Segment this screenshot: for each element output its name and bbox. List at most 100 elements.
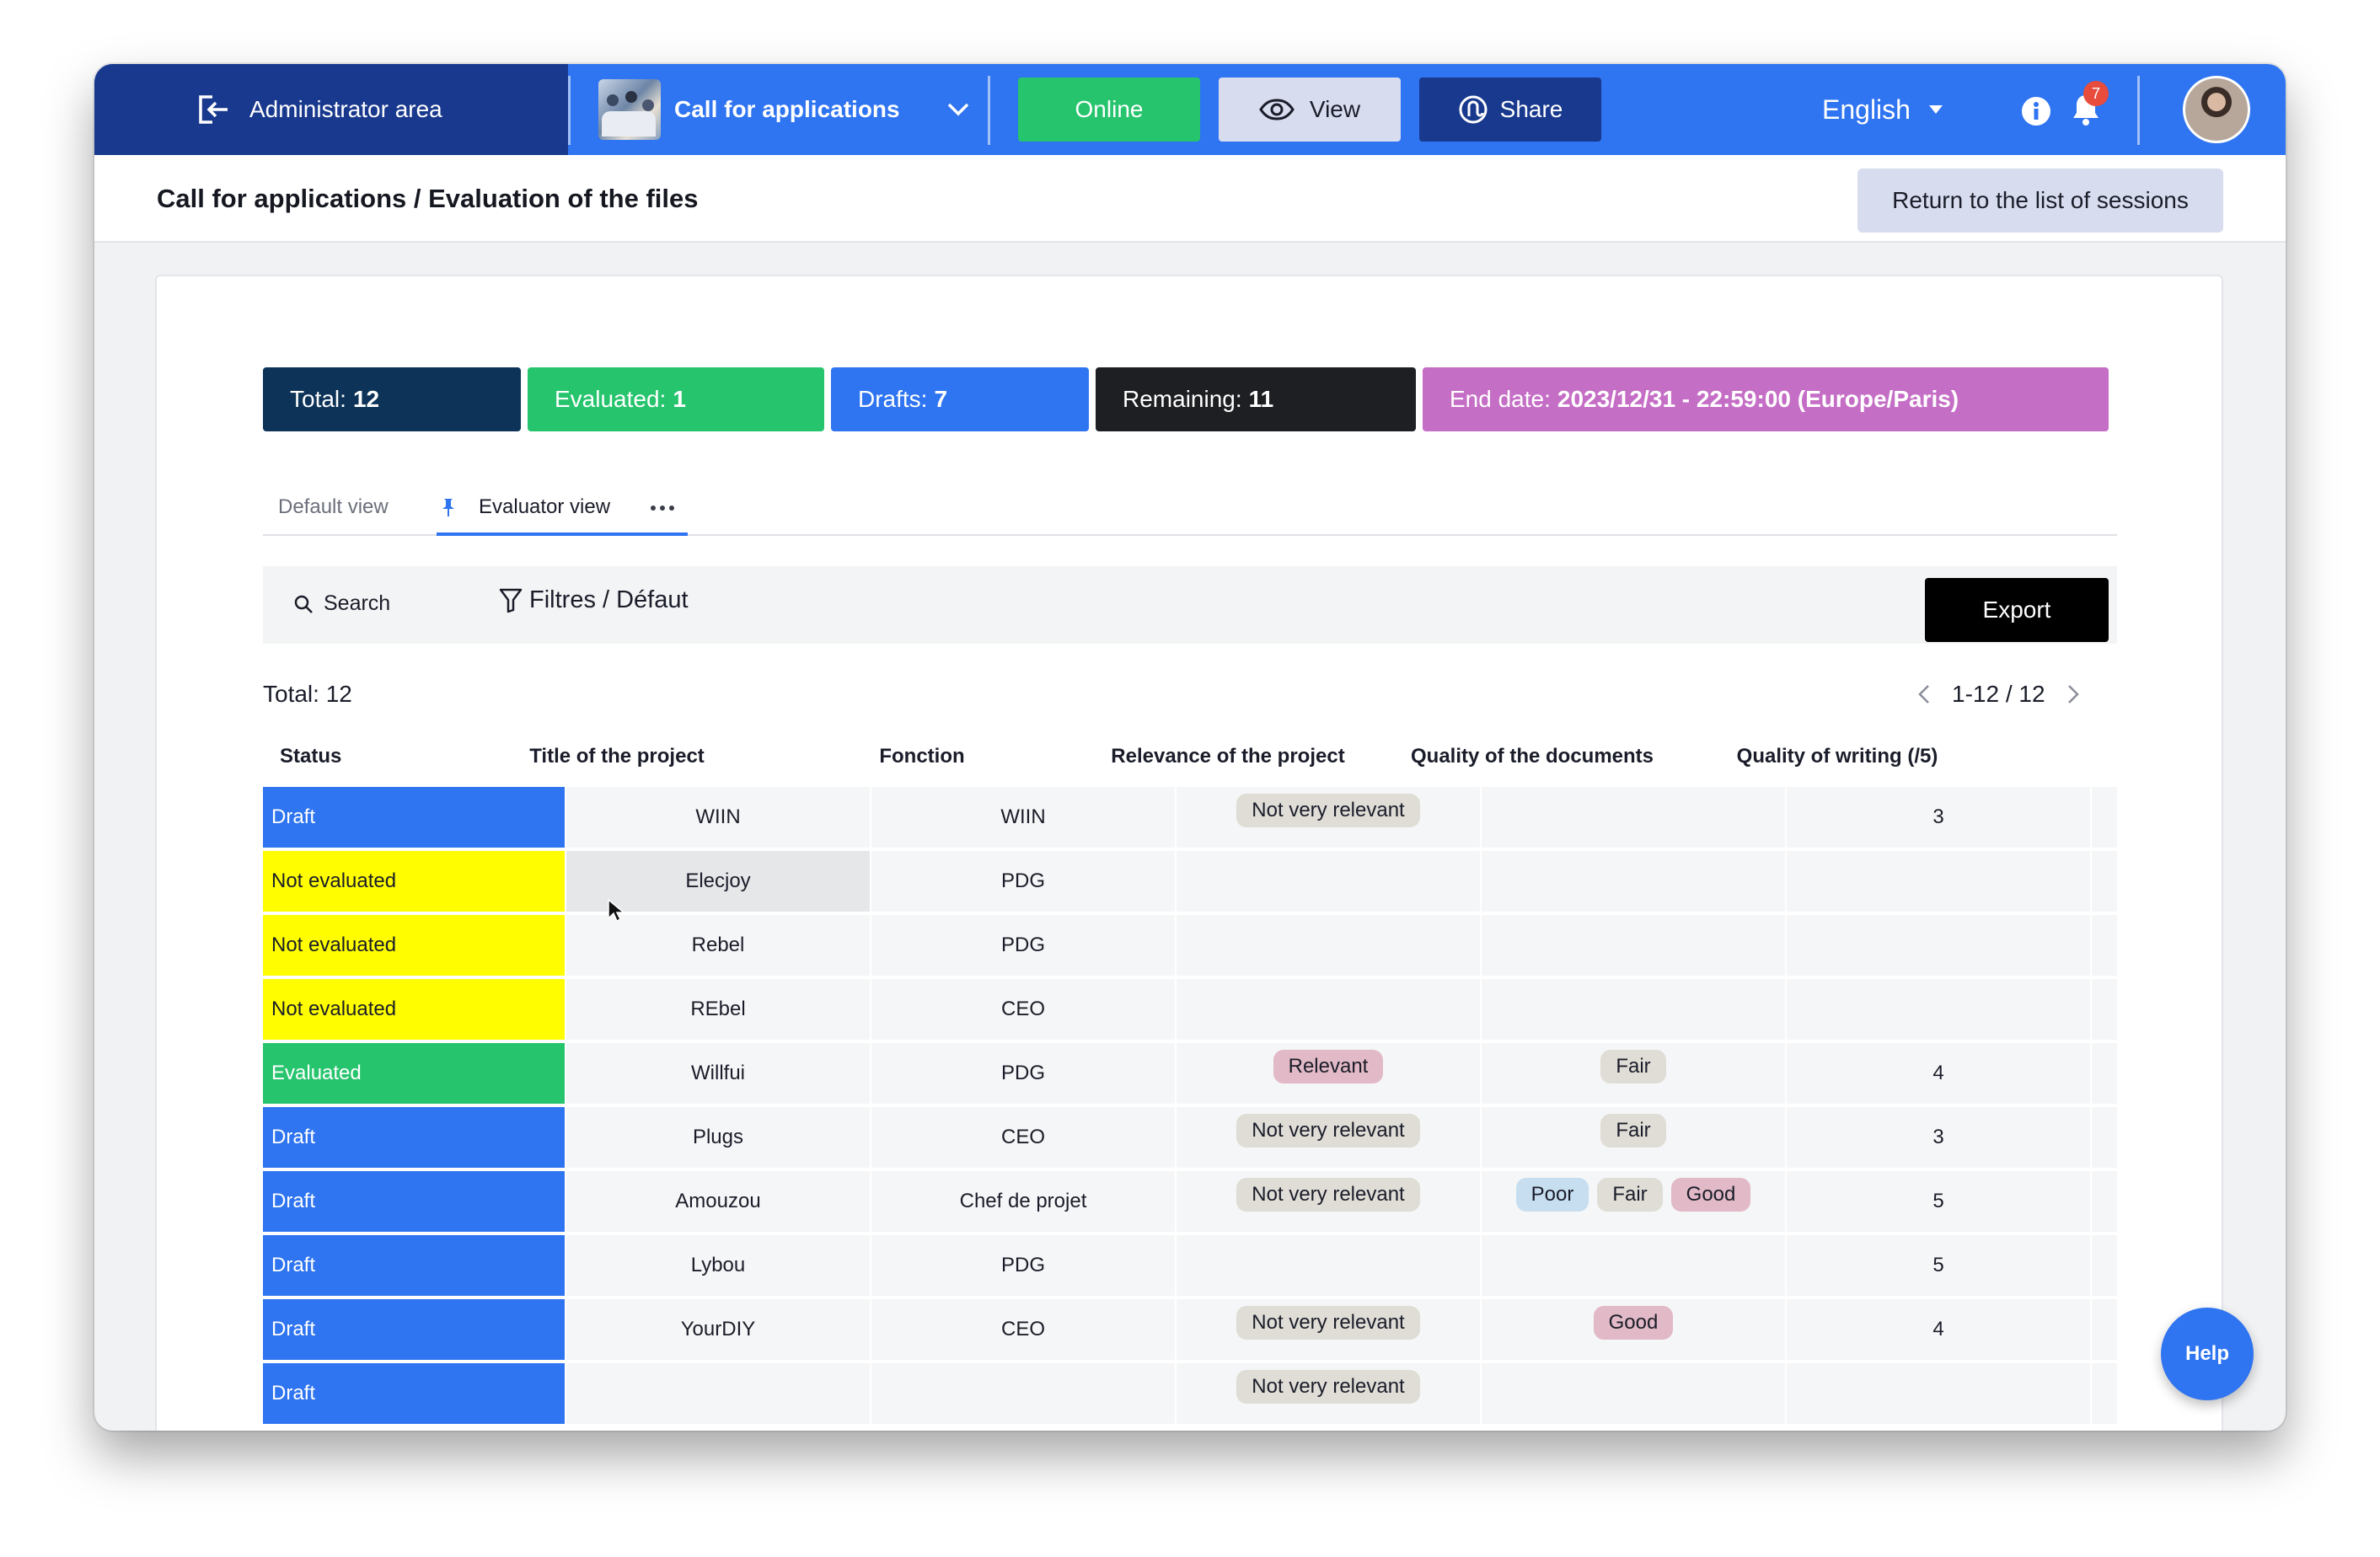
status-cell[interactable]: Evaluated [263, 1043, 565, 1104]
fonction-cell[interactable]: CEO [871, 1107, 1175, 1168]
quality-documents-cell[interactable]: Fair [1482, 1107, 1785, 1168]
quality-documents-cell[interactable] [1482, 1235, 1785, 1296]
relevance-cell[interactable]: Not very relevant [1177, 787, 1480, 848]
table-cell-extra [2092, 1299, 2117, 1360]
table-row[interactable]: Draft Lybou PDG 5 [263, 1235, 2117, 1296]
status-cell[interactable]: Draft [263, 787, 565, 848]
return-to-sessions-button[interactable]: Return to the list of sessions [1857, 169, 2223, 233]
quality-writing-cell[interactable]: 4 [1787, 1043, 2090, 1104]
status-cell[interactable]: Draft [263, 1299, 565, 1360]
column-header-quality-writing[interactable]: Quality of writing (/5) [1686, 745, 1989, 768]
table-header: Status Title of the project Fonction Rel… [263, 738, 2117, 775]
online-status-button[interactable]: Online [1018, 78, 1200, 142]
search-input[interactable]: Search [293, 591, 390, 616]
project-title-cell[interactable] [566, 1363, 870, 1424]
project-title-cell[interactable]: WIIN [566, 787, 870, 848]
quality-writing-cell[interactable]: 5 [1787, 1235, 2090, 1296]
quality-documents-cell[interactable]: Good [1482, 1299, 1785, 1360]
tab-default-view[interactable]: Default view [278, 495, 389, 519]
relevance-cell[interactable]: Not very relevant [1177, 1107, 1480, 1168]
quality-documents-cell[interactable]: Poor Fair Good [1482, 1171, 1785, 1232]
help-button[interactable]: Help [2161, 1308, 2254, 1400]
tab-evaluator-view[interactable]: Evaluator view [479, 495, 610, 519]
quality-writing-cell[interactable]: 3 [1787, 1107, 2090, 1168]
evaluated-stat-label: Evaluated: [555, 386, 667, 412]
table-row[interactable]: Draft Plugs CEO Not very relevant Fair 3 [263, 1107, 2117, 1168]
info-icon[interactable] [2021, 96, 2051, 126]
quality-documents-cell[interactable] [1482, 1363, 1785, 1424]
total-stat-value: 12 [352, 386, 380, 412]
project-title-cell[interactable]: REbel [566, 979, 870, 1040]
table-row[interactable]: Evaluated Willfui PDG Relevant Fair 4 [263, 1043, 2117, 1104]
chevron-right-icon[interactable] [2067, 684, 2079, 704]
table-row[interactable]: Draft Not very relevant [263, 1363, 2117, 1424]
status-cell[interactable]: Not evaluated [263, 851, 565, 912]
fonction-cell[interactable]: CEO [871, 1299, 1175, 1360]
chevron-left-icon[interactable] [1918, 684, 1930, 704]
more-options-icon[interactable] [651, 506, 674, 511]
table-row[interactable]: Not evaluated REbel CEO [263, 979, 2117, 1040]
project-title-cell[interactable]: Amouzou [566, 1171, 870, 1232]
quality-writing-cell[interactable] [1787, 979, 2090, 1040]
filter-icon [499, 588, 523, 613]
status-cell[interactable]: Draft [263, 1235, 565, 1296]
relevance-cell[interactable]: Not very relevant [1177, 1171, 1480, 1232]
fonction-cell[interactable]: CEO [871, 979, 1175, 1040]
fonction-cell[interactable]: PDG [871, 1235, 1175, 1296]
call-for-applications-selector[interactable]: Call for applications [598, 78, 969, 142]
table-row[interactable]: Draft Amouzou Chef de projet Not very relev… [263, 1171, 2117, 1232]
quality-writing-cell[interactable] [1787, 915, 2090, 976]
administrator-area-button[interactable]: Administrator area [94, 64, 568, 155]
view-button[interactable]: View [1219, 78, 1401, 142]
fonction-cell[interactable]: WIIN [871, 787, 1175, 848]
quality-documents-cell[interactable] [1482, 787, 1785, 848]
project-title-cell[interactable]: Lybou [566, 1235, 870, 1296]
project-title-cell[interactable]: Plugs [566, 1107, 870, 1168]
quality-documents-cell[interactable]: Fair [1482, 1043, 1785, 1104]
column-header-fonction[interactable]: Fonction [770, 745, 1074, 768]
table-row[interactable]: Not evaluated Rebel PDG [263, 915, 2117, 976]
fonction-cell[interactable]: PDG [871, 851, 1175, 912]
quality-writing-cell[interactable]: 3 [1787, 787, 2090, 848]
export-button[interactable]: Export [1925, 578, 2109, 642]
relevance-cell[interactable]: Not very relevant [1177, 1363, 1480, 1424]
relevance-cell[interactable] [1177, 1235, 1480, 1296]
table-row[interactable]: Draft WIIN WIIN Not very relevant 3 [263, 787, 2117, 848]
column-header-status[interactable]: Status [280, 745, 341, 768]
table-cell-extra [2092, 787, 2117, 848]
column-header-relevance[interactable]: Relevance of the project [1075, 745, 1380, 768]
status-cell[interactable]: Draft [263, 1363, 565, 1424]
quality-writing-cell[interactable]: 5 [1787, 1171, 2090, 1232]
relevance-cell[interactable] [1177, 851, 1480, 912]
fonction-cell[interactable]: PDG [871, 1043, 1175, 1104]
relevance-cell[interactable]: Relevant [1177, 1043, 1480, 1104]
status-cell[interactable]: Not evaluated [263, 915, 565, 976]
project-title-cell[interactable]: Willfui [566, 1043, 870, 1104]
quality-writing-cell[interactable]: 4 [1787, 1299, 2090, 1360]
relevance-cell[interactable]: Not very relevant [1177, 1299, 1480, 1360]
quality-writing-cell[interactable] [1787, 851, 2090, 912]
status-cell[interactable]: Not evaluated [263, 979, 565, 1040]
status-cell[interactable]: Draft [263, 1107, 565, 1168]
quality-documents-cell[interactable] [1482, 851, 1785, 912]
share-button[interactable]: Share [1419, 78, 1601, 142]
relevance-cell[interactable] [1177, 979, 1480, 1040]
table-row[interactable]: Draft YourDIY CEO Not very relevant Good 4 [263, 1299, 2117, 1360]
relevance-cell[interactable] [1177, 915, 1480, 976]
status-cell[interactable]: Draft [263, 1171, 565, 1232]
user-avatar[interactable] [2183, 76, 2250, 143]
language-selector[interactable]: English [1822, 78, 1943, 142]
fonction-cell[interactable]: Chef de projet [871, 1171, 1175, 1232]
column-header-title[interactable]: Title of the project [465, 745, 769, 768]
fonction-cell[interactable]: PDG [871, 915, 1175, 976]
column-header-quality-documents[interactable]: Quality of the documents [1380, 745, 1684, 768]
quality-writing-cell[interactable] [1787, 1363, 2090, 1424]
pagination: 1-12 / 12 [1918, 681, 2079, 708]
table-row[interactable]: Not evaluated Elecjoy PDG [263, 851, 2117, 912]
filters-button[interactable]: Filtres / Défaut [499, 586, 689, 614]
project-title-cell[interactable]: Rebel [566, 915, 870, 976]
quality-documents-cell[interactable] [1482, 979, 1785, 1040]
fonction-cell[interactable] [871, 1363, 1175, 1424]
project-title-cell[interactable]: YourDIY [566, 1299, 870, 1360]
quality-documents-cell[interactable] [1482, 915, 1785, 976]
